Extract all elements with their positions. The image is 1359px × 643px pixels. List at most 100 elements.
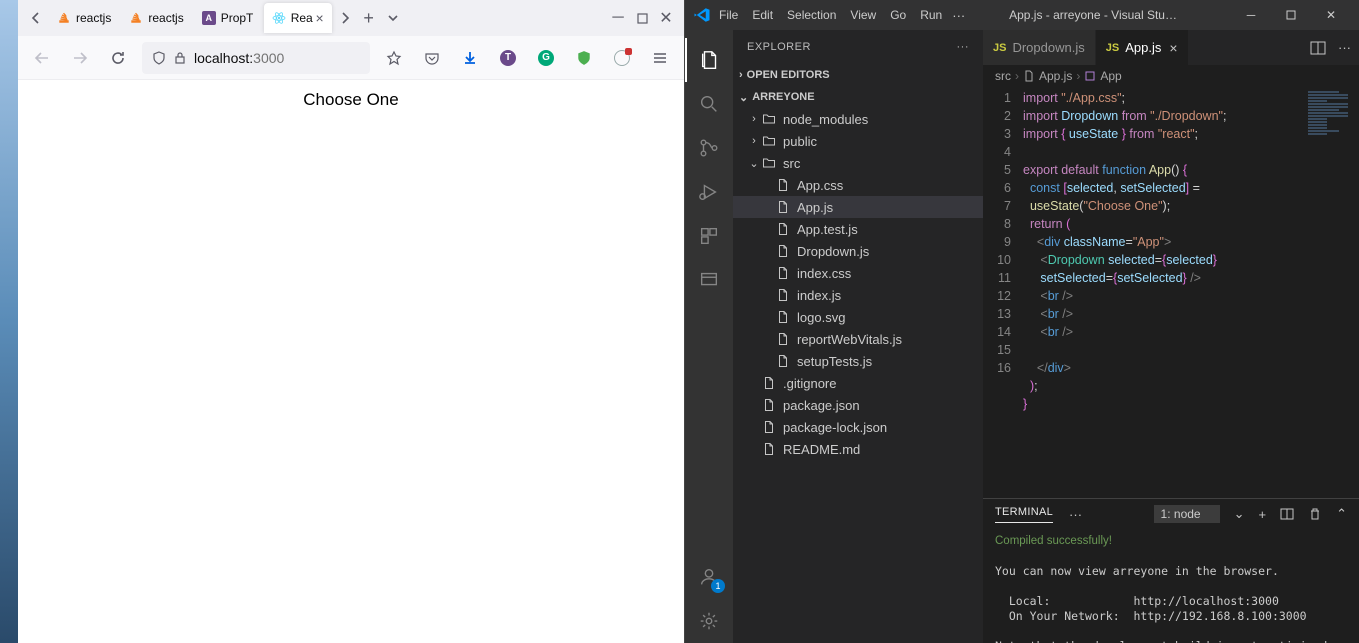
tab-dropdown[interactable]: [381, 6, 405, 30]
explorer-more-icon[interactable]: ···: [957, 41, 970, 53]
nav-back[interactable]: [28, 44, 56, 72]
folder-icon: [761, 112, 777, 126]
vscode-minimize[interactable]: ─: [1231, 0, 1271, 30]
folder-icon: [761, 134, 777, 148]
tree-file[interactable]: Dropdown.js: [733, 240, 983, 262]
tab-history-back[interactable]: [24, 6, 48, 30]
tree-file[interactable]: setupTests.js: [733, 350, 983, 372]
symbol-icon: [1084, 70, 1096, 82]
tree-file[interactable]: logo.svg: [733, 306, 983, 328]
ext-icon-1[interactable]: T: [494, 44, 522, 72]
editor-tab[interactable]: JSApp.js×: [1096, 30, 1189, 65]
tree-file[interactable]: App.js: [733, 196, 983, 218]
tab-favicon: [57, 11, 71, 25]
vscode-window-title: App.js - arreyone - Visual Stud...: [1009, 8, 1179, 22]
ext-icon-2[interactable]: G: [532, 44, 560, 72]
tree-folder[interactable]: ⌄src: [733, 152, 983, 174]
breadcrumbs[interactable]: src› App.js› App: [983, 65, 1359, 87]
tab-close-icon[interactable]: ×: [316, 10, 324, 26]
panel-more[interactable]: ···: [1069, 507, 1082, 522]
editor-more-icon[interactable]: ···: [1338, 40, 1351, 55]
bookmark-star-icon[interactable]: [380, 44, 408, 72]
vscode-logo-icon: [693, 6, 711, 24]
file-icon: [761, 442, 777, 456]
nav-forward[interactable]: [66, 44, 94, 72]
dropdown-display[interactable]: Choose One: [303, 90, 398, 643]
desktop-wallpaper-strip: [0, 0, 18, 643]
downloads-icon[interactable]: [456, 44, 484, 72]
ext-icon-3[interactable]: [570, 44, 598, 72]
tree-file[interactable]: README.md: [733, 438, 983, 460]
tree-file[interactable]: .gitignore: [733, 372, 983, 394]
tree-file[interactable]: index.css: [733, 262, 983, 284]
vscode-maximize[interactable]: [1271, 0, 1311, 30]
activity-debug[interactable]: [685, 170, 733, 214]
activity-scm[interactable]: [685, 126, 733, 170]
tree-file[interactable]: package-lock.json: [733, 416, 983, 438]
project-section[interactable]: ⌄ARREYONE: [733, 86, 983, 108]
window-maximize[interactable]: [630, 6, 654, 30]
nav-reload[interactable]: [104, 44, 132, 72]
tab-close-icon[interactable]: ×: [1169, 40, 1177, 56]
tree-file[interactable]: index.js: [733, 284, 983, 306]
activity-search[interactable]: [685, 82, 733, 126]
menu-item[interactable]: View: [850, 8, 876, 22]
vscode-menubar: File Edit Selection View Go Run: [719, 8, 942, 22]
browser-tab[interactable]: reactjs: [49, 3, 119, 33]
activity-extensions[interactable]: [685, 214, 733, 258]
terminal-dropdown-icon[interactable]: ⌄: [1234, 506, 1245, 522]
tab-favicon: A: [202, 11, 216, 25]
split-editor-icon[interactable]: [1310, 40, 1326, 56]
tree-folder[interactable]: ›public: [733, 130, 983, 152]
panel-maximize-icon[interactable]: ⌃: [1336, 506, 1347, 522]
new-tab-button[interactable]: +: [357, 6, 381, 30]
file-icon: [761, 420, 777, 434]
tree-file[interactable]: App.test.js: [733, 218, 983, 240]
ext-icon-4[interactable]: [608, 44, 636, 72]
browser-toolbar: localhost:3000 T G: [18, 36, 684, 80]
menu-item[interactable]: Edit: [752, 8, 773, 22]
tree-file[interactable]: App.css: [733, 174, 983, 196]
url-bar[interactable]: localhost:3000: [142, 42, 370, 74]
browser-tab[interactable]: Rea×: [264, 3, 332, 33]
tree-file[interactable]: package.json: [733, 394, 983, 416]
activity-settings[interactable]: [685, 599, 733, 643]
tree-folder[interactable]: ›node_modules: [733, 108, 983, 130]
explorer-sidebar: EXPLORER ··· ›OPEN EDITORS ⌄ARREYONE ›no…: [733, 30, 983, 643]
minimap[interactable]: [1304, 87, 1359, 498]
file-icon: [775, 178, 791, 192]
window-minimize[interactable]: ─: [606, 6, 630, 30]
activity-account[interactable]: 1: [685, 555, 733, 599]
menu-item[interactable]: Selection: [787, 8, 836, 22]
vscode-close[interactable]: ✕: [1311, 0, 1351, 30]
tree-file[interactable]: reportWebVitals.js: [733, 328, 983, 350]
hamburger-menu[interactable]: [646, 44, 674, 72]
tab-history-forward[interactable]: [333, 6, 357, 30]
pocket-icon[interactable]: [418, 44, 446, 72]
file-icon: [775, 354, 791, 368]
activity-explorer[interactable]: [685, 38, 733, 82]
code-editor[interactable]: 12345678910111213141516 import "./App.cs…: [983, 87, 1359, 498]
tab-favicon: [272, 11, 286, 25]
open-editors-section[interactable]: ›OPEN EDITORS: [733, 64, 983, 86]
terminal-output[interactable]: Compiled successfully! You can now view …: [983, 529, 1359, 643]
terminal-selector[interactable]: 1: node: [1154, 505, 1220, 523]
editor-tab[interactable]: JSDropdown.js: [983, 30, 1096, 65]
activity-other[interactable]: [685, 258, 733, 302]
menu-item[interactable]: Run: [920, 8, 942, 22]
menu-item[interactable]: File: [719, 8, 738, 22]
terminal-tab[interactable]: TERMINAL: [995, 506, 1053, 523]
vscode-window: File Edit Selection View Go Run ··· App.js - …: [685, 0, 1359, 643]
file-icon: [761, 398, 777, 412]
browser-tab[interactable]: APropT: [194, 3, 262, 33]
js-file-icon: JS: [1106, 42, 1119, 54]
new-terminal-icon[interactable]: +: [1259, 507, 1267, 522]
kill-terminal-icon[interactable]: [1308, 507, 1322, 521]
file-icon: [775, 310, 791, 324]
split-terminal-icon[interactable]: [1280, 507, 1294, 521]
browser-tab[interactable]: reactjs: [121, 3, 191, 33]
lock-icon: [174, 51, 186, 65]
menu-overflow[interactable]: ···: [952, 8, 965, 23]
window-close[interactable]: ✕: [654, 6, 678, 30]
menu-item[interactable]: Go: [890, 8, 906, 22]
